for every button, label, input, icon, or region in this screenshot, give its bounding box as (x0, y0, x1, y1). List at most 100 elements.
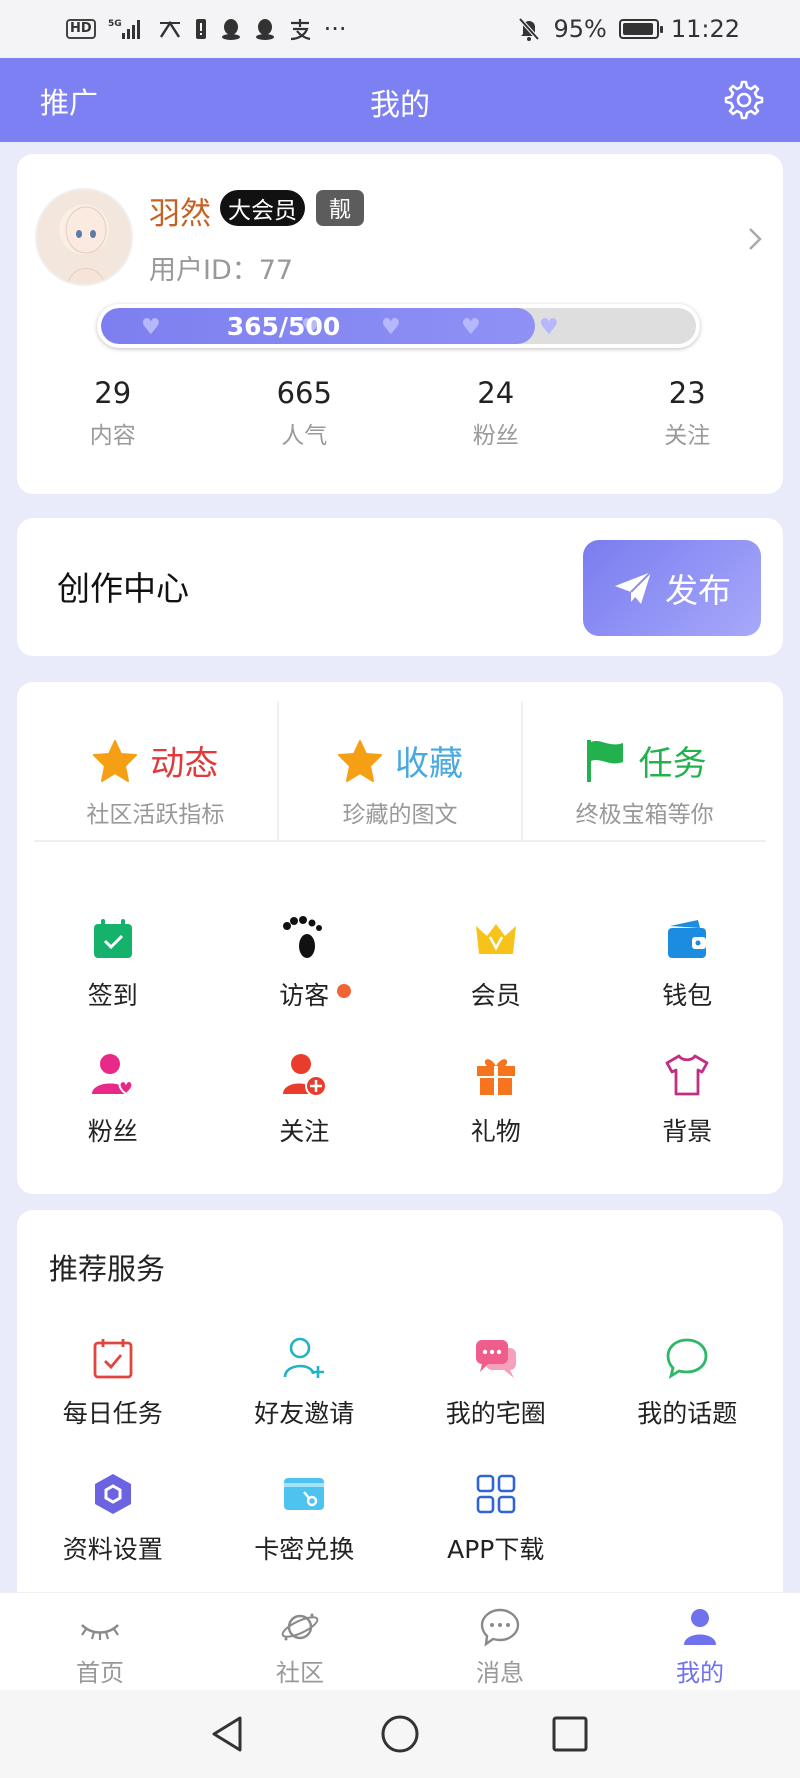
shortcut-label: 关注 (279, 1117, 330, 1146)
signal-icon: 5G (108, 17, 146, 41)
features-card: 动态 社区活跃指标 收藏 珍藏的图文 任务 终极宝箱等你 签到 访客 会员 钱包… (17, 682, 783, 1194)
mute-bell-icon (517, 16, 541, 42)
status-right: 95% 11:22 (517, 15, 740, 43)
apps-grid-icon (476, 1474, 516, 1514)
recents-square-icon[interactable] (550, 1714, 590, 1754)
stat-popularity[interactable]: 665 人气 (209, 376, 401, 450)
shortcut-membership[interactable]: 会员 (400, 916, 592, 1012)
service-label: 我的宅圈 (445, 1399, 546, 1428)
feature-activity[interactable]: 动态 社区活跃指标 (34, 702, 277, 840)
service-app-download[interactable]: APP下载 (400, 1472, 592, 1566)
nav-home[interactable]: 首页 (0, 1593, 200, 1690)
services-card: 推荐服务 每日任务 好友邀请 我的宅圈 我的话题 资料设置 卡密兑换 APP下载 (17, 1210, 783, 1610)
feature-tasks[interactable]: 任务 终极宝箱等你 (521, 702, 766, 840)
star-icon (93, 739, 138, 782)
nav-messages[interactable]: 消息 (400, 1593, 600, 1690)
qq-icon (220, 17, 242, 41)
nav-label: 我的 (676, 1659, 724, 1687)
service-label: 我的话题 (637, 1399, 738, 1428)
exp-progress-text: 365/500 (226, 312, 341, 341)
app-notify-icon (158, 17, 182, 41)
invite-user-icon (283, 1337, 325, 1378)
services-heading: 推荐服务 (49, 1252, 166, 1286)
feature-label: 任务 (638, 744, 707, 784)
battery-level (622, 23, 654, 35)
stat-following[interactable]: 23 关注 (592, 376, 784, 450)
shortcut-background[interactable]: 背景 (592, 1052, 784, 1148)
stat-label: 粉丝 (472, 423, 519, 449)
battery-icon (618, 19, 663, 39)
user-add-icon (283, 1054, 328, 1097)
stat-value: 23 (668, 376, 706, 410)
settings-gear-icon[interactable] (718, 76, 766, 124)
service-profile-settings[interactable]: 资料设置 (17, 1472, 209, 1566)
service-daily-tasks[interactable]: 每日任务 (17, 1336, 209, 1430)
shortcut-wallet[interactable]: 钱包 (592, 916, 784, 1012)
profile-stats: 29 内容 665 人气 24 粉丝 23 关注 (17, 376, 783, 450)
eye-lashes-icon (81, 1624, 119, 1640)
avatar[interactable] (35, 188, 133, 286)
heart-icon: ♥ (539, 315, 559, 340)
person-icon (684, 1609, 716, 1645)
feature-sub: 社区活跃指标 (86, 802, 225, 828)
service-my-circle[interactable]: 我的宅圈 (400, 1336, 592, 1430)
shortcut-gifts[interactable]: 礼物 (400, 1052, 592, 1148)
nav-community[interactable]: 社区 (200, 1593, 400, 1690)
feature-row: 动态 社区活跃指标 收藏 珍藏的图文 任务 终极宝箱等你 (34, 702, 766, 842)
shortcut-label-text: 访客 (279, 981, 330, 1010)
calendar-check-icon (93, 919, 132, 958)
service-invite-friends[interactable]: 好友邀请 (209, 1336, 401, 1430)
shortcut-checkin[interactable]: 签到 (17, 916, 209, 1012)
service-card-redeem[interactable]: 卡密兑换 (209, 1472, 401, 1566)
flag-icon (586, 739, 623, 782)
planet-icon (281, 1613, 319, 1641)
stat-content[interactable]: 29 内容 (17, 376, 209, 450)
shortcut-following[interactable]: 关注 (209, 1052, 401, 1148)
page-title: 我的 (370, 88, 430, 123)
message-icon (480, 1608, 520, 1647)
alert-icon (194, 17, 208, 41)
publish-button[interactable]: 发布 (583, 540, 761, 636)
profile-card[interactable]: 羽然 大会员 靓 用户ID：77 ♥ ♥ ♥ ♥ ♥ 365/500 29 内容… (17, 154, 783, 494)
qq-icon-2 (254, 17, 276, 41)
feature-sub: 珍藏的图文 (342, 802, 458, 828)
stat-label: 关注 (664, 423, 711, 449)
service-label: 每日任务 (62, 1399, 163, 1428)
nav-label: 首页 (76, 1659, 124, 1687)
home-circle-icon[interactable] (380, 1714, 420, 1754)
service-label: 卡密兑换 (254, 1535, 355, 1564)
shortcut-label: 粉丝 (87, 1117, 138, 1146)
tshirt-icon (665, 1054, 709, 1096)
feature-label: 收藏 (395, 744, 463, 784)
shortcut-fans[interactable]: 粉丝 (17, 1052, 209, 1148)
stat-fans[interactable]: 24 粉丝 (400, 376, 592, 450)
chat-bubbles-icon (475, 1340, 516, 1378)
status-left: HD 5G ··· (66, 15, 347, 43)
publish-label: 发布 (665, 571, 731, 610)
service-label: 好友邀请 (254, 1399, 355, 1428)
chevron-right-icon[interactable] (745, 224, 765, 254)
nav-label: 社区 (276, 1659, 324, 1687)
stat-label: 人气 (281, 423, 328, 449)
creation-center-card: 创作中心 发布 (17, 518, 783, 656)
battery-percent: 95% (553, 15, 607, 43)
shortcut-label: 签到 (87, 981, 138, 1010)
stat-value: 665 (276, 376, 332, 410)
shortcut-visitors[interactable]: 访客 (209, 916, 401, 1012)
nav-me[interactable]: 我的 (600, 1593, 800, 1690)
stat-value: 29 (94, 376, 132, 410)
user-heart-icon (91, 1054, 134, 1096)
paper-plane-icon (615, 571, 652, 604)
nav-label: 消息 (476, 1659, 524, 1687)
service-label: 资料设置 (62, 1535, 163, 1564)
services-row-1: 每日任务 好友邀请 我的宅圈 我的话题 (17, 1336, 783, 1430)
alipay-icon (288, 17, 312, 41)
exp-progress-bar: ♥ ♥ ♥ ♥ ♥ 365/500 (97, 304, 700, 348)
feature-favorites[interactable]: 收藏 珍藏的图文 (276, 702, 522, 840)
bottom-nav: 首页 社区 消息 我的 (0, 1592, 800, 1690)
back-triangle-icon[interactable] (208, 1714, 248, 1754)
calendar-task-icon (93, 1339, 133, 1379)
crown-icon (475, 924, 516, 954)
service-my-topics[interactable]: 我的话题 (592, 1336, 784, 1430)
user-id: 用户ID：77 (149, 255, 294, 286)
